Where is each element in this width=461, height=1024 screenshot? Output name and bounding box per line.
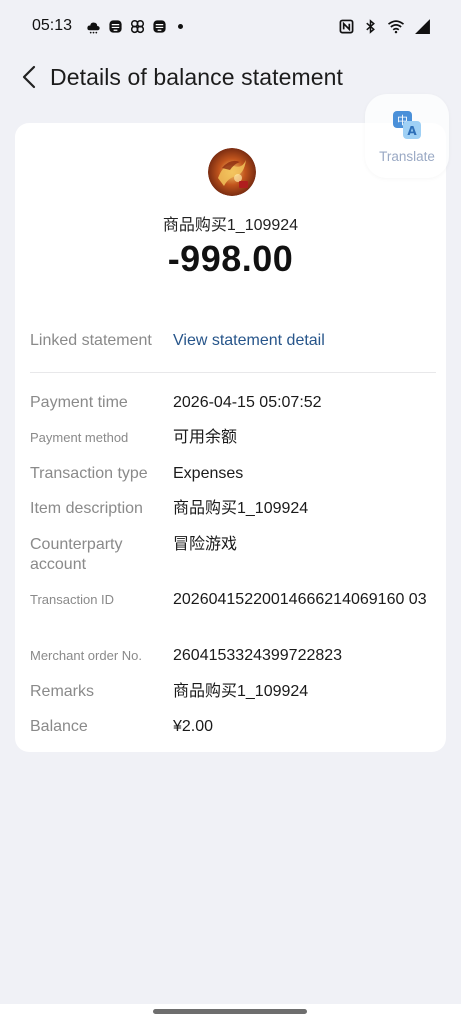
- detail-label: Payment method: [30, 430, 129, 445]
- translate-icon: 中 A: [393, 110, 421, 139]
- detail-row-balance: Balance ¥2.00: [30, 717, 436, 737]
- wifi-icon: [387, 19, 405, 33]
- detail-value: ¥2.00: [173, 718, 214, 735]
- linked-statement-label: Linked statement: [30, 332, 152, 349]
- bluetooth-icon: [366, 18, 375, 34]
- translate-label: Translate: [379, 148, 435, 164]
- page-title: Details of balance statement: [50, 63, 344, 90]
- nfc-icon: [339, 19, 354, 33]
- back-button[interactable]: [6, 53, 54, 101]
- app-icon: [153, 19, 166, 33]
- status-bar: 05:13: [0, 0, 461, 52]
- home-indicator[interactable]: [153, 1009, 307, 1014]
- detail-row-transaction-id: Transaction ID 2026041522001466621406916…: [30, 590, 436, 610]
- detail-label: Transaction type: [30, 465, 148, 482]
- detail-value: 商品购买1_109924: [173, 500, 309, 517]
- amount: -998.00: [167, 238, 294, 279]
- more-notifications-dot-icon: [178, 23, 184, 29]
- status-notification-icons: [86, 19, 184, 34]
- detail-label: Item description: [30, 500, 143, 517]
- detail-row-payment-method: Payment method 可用余额: [30, 428, 436, 448]
- navigation-bar: [0, 1004, 461, 1024]
- divider: [30, 372, 436, 373]
- merchant-logo-icon: [208, 148, 256, 196]
- detail-label: Remarks: [30, 683, 95, 700]
- signal-icon: [415, 18, 430, 34]
- detail-value: 冒险游戏: [173, 536, 238, 553]
- detail-value: 商品购买1_109924: [173, 683, 309, 700]
- detail-value: Expenses: [173, 465, 244, 482]
- detail-row-remarks: Remarks 商品购买1_109924: [30, 682, 436, 702]
- detail-row-item-description: Item description 商品购买1_109924: [30, 499, 436, 519]
- detail-value: 2604153324399722823: [173, 647, 343, 664]
- detail-row-payment-time: Payment time 2026-04-15 05:07:52: [30, 393, 436, 413]
- merchant-name: 商品购买1_109924: [162, 217, 299, 234]
- linked-statement-row: Linked statement View statement detail: [30, 331, 431, 351]
- detail-label: Transaction ID: [30, 592, 115, 607]
- view-statement-detail-link[interactable]: View statement detail: [173, 331, 325, 351]
- translate-button[interactable]: 中 A Translate: [365, 94, 449, 178]
- app-icon: [109, 19, 122, 33]
- detail-row-transaction-type: Transaction type Expenses: [30, 464, 436, 484]
- detail-row-counterparty-account: Counterparty account 冒险游戏: [30, 535, 436, 575]
- status-time: 05:13: [32, 17, 73, 34]
- svg-text:A: A: [407, 124, 417, 138]
- status-system-icons: [339, 18, 431, 35]
- detail-label: Counterparty account: [30, 536, 123, 573]
- cloud-icon: [87, 22, 100, 33]
- detail-label: Payment time: [30, 394, 128, 411]
- detail-value: 20260415220014666214069160 03: [173, 591, 427, 608]
- detail-value: 可用余额: [173, 429, 238, 446]
- detail-row-merchant-order-no: Merchant order No. 2604153324399722823: [30, 646, 436, 666]
- pinwheel-icon: [130, 19, 145, 33]
- detail-label: Merchant order No.: [30, 648, 142, 663]
- chevron-left-icon: [22, 65, 36, 89]
- detail-label: Balance: [30, 718, 88, 735]
- merchant-avatar: [208, 148, 256, 196]
- statement-card: 商品购买1_109924 -998.00 Linked statement Vi…: [15, 123, 446, 752]
- detail-value: 2026-04-15 05:07:52: [173, 394, 322, 411]
